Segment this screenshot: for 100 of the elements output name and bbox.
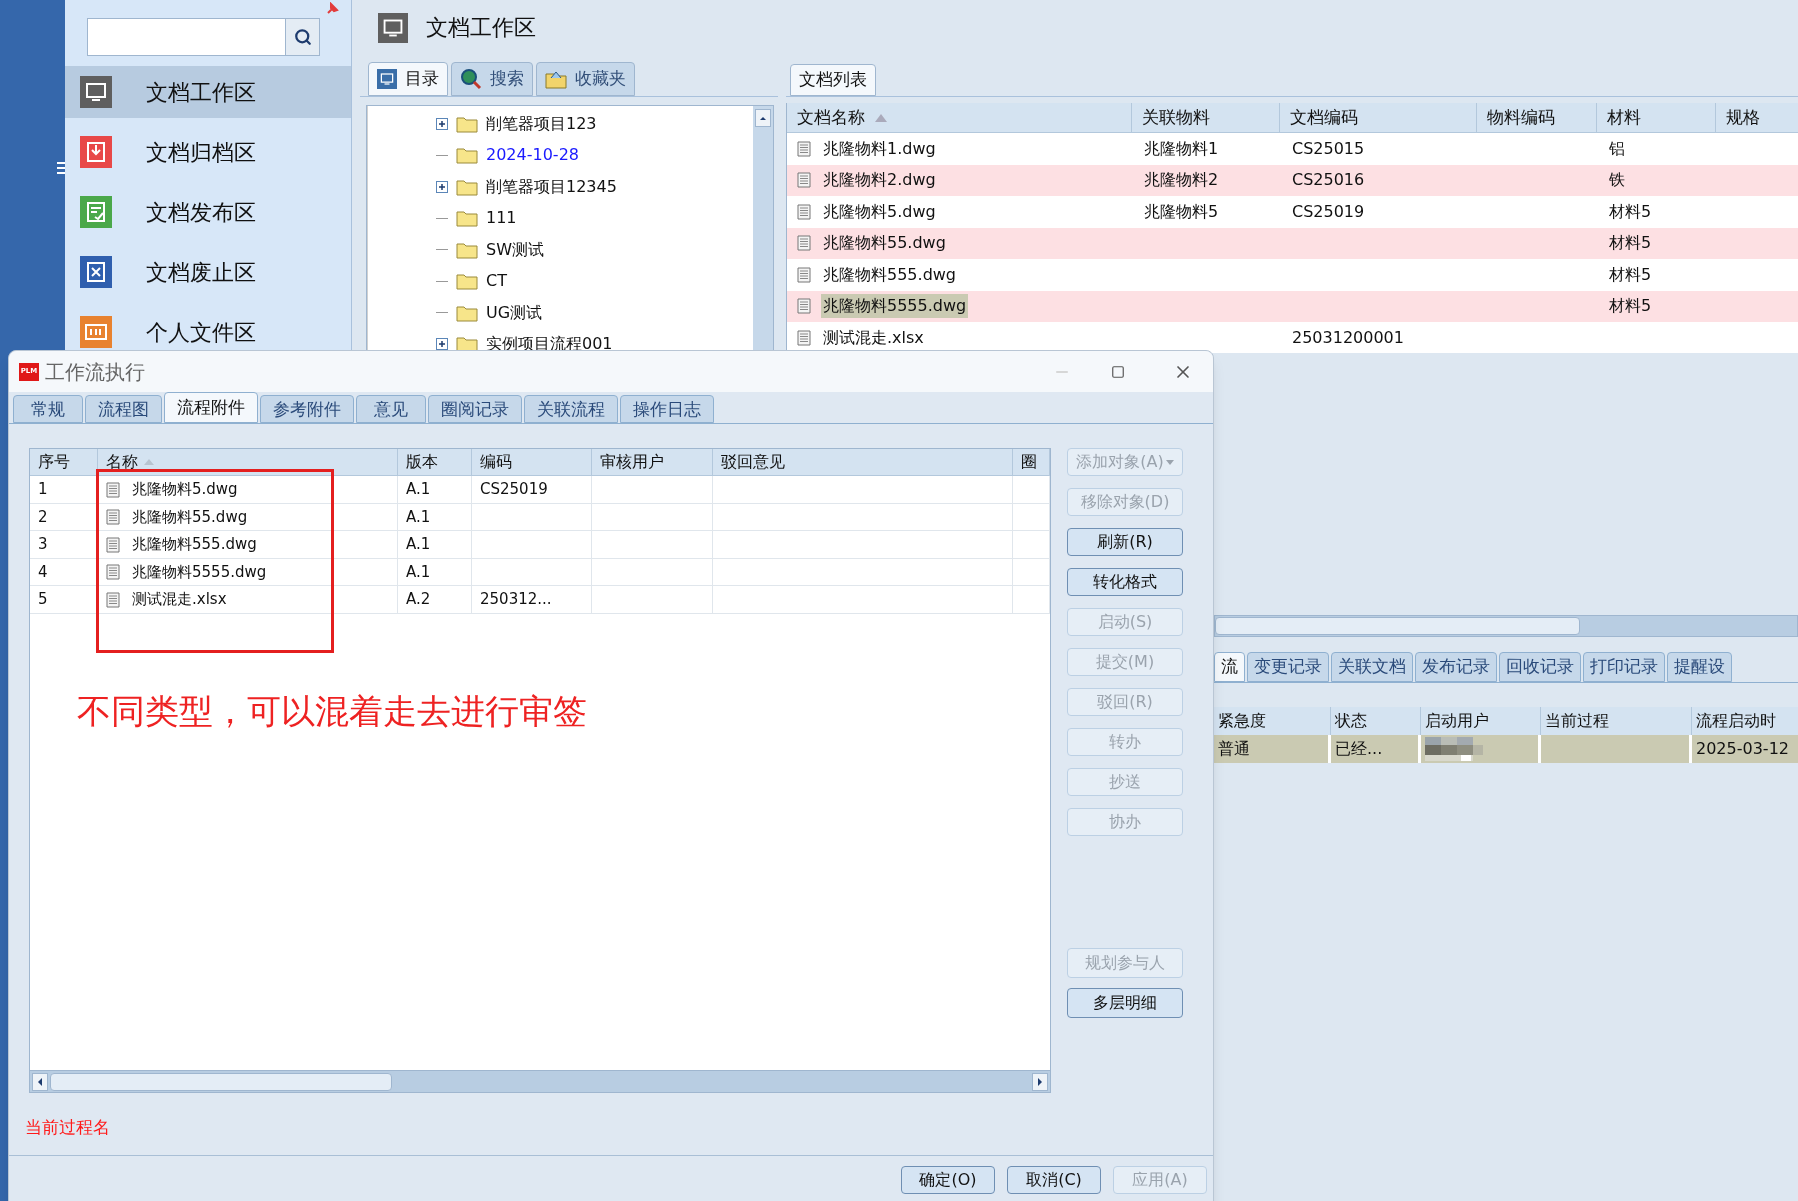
expand-icon[interactable] xyxy=(436,117,448,130)
tab[interactable]: 参考附件 xyxy=(260,395,354,424)
tab[interactable]: 变更记录 xyxy=(1247,652,1329,682)
tab[interactable]: 目录 xyxy=(368,62,448,96)
action-button[interactable]: 转化格式 xyxy=(1067,568,1183,597)
column-header[interactable]: 驳回意见 xyxy=(713,449,1013,476)
scrollbar-thumb[interactable] xyxy=(50,1072,392,1091)
tree-item[interactable]: 111 xyxy=(436,202,753,234)
action-button[interactable]: 刷新(R) xyxy=(1067,528,1183,557)
table-row[interactable]: 2 兆隆物料55.dwg A.1 xyxy=(30,503,1050,532)
table-cell-text: CS25016 xyxy=(1291,169,1366,192)
computer-icon xyxy=(377,69,397,89)
tab[interactable]: 圈阅记录 xyxy=(428,395,522,424)
tab[interactable]: 打印记录 xyxy=(1583,652,1665,682)
globe-search-icon xyxy=(460,68,482,90)
table-cell-text: 已经... xyxy=(1335,738,1383,760)
table-cell-text: 兆隆物料2 xyxy=(1143,169,1220,192)
column-header[interactable]: 规格 xyxy=(1716,103,1798,132)
tab[interactable]: 操作日志 xyxy=(620,395,714,424)
scroll-left-icon[interactable] xyxy=(32,1072,48,1091)
sidebar-item[interactable]: 文档工作区 xyxy=(65,66,351,118)
folder-icon xyxy=(456,209,478,228)
action-button[interactable]: 多层明细 xyxy=(1067,988,1183,1019)
tree-label: 削笔器项目12345 xyxy=(486,175,617,198)
sidebar-item[interactable]: 文档归档区 xyxy=(65,126,351,178)
tab[interactable]: 流程附件 xyxy=(164,392,258,424)
column-header[interactable]: 物料编码 xyxy=(1477,103,1597,132)
table-row[interactable]: 1 兆隆物料5.dwg A.1 CS25019 xyxy=(30,476,1050,504)
table-row[interactable]: 兆隆物料2.dwg 兆隆物料2 CS25016 铁 xyxy=(787,164,1798,196)
tab[interactable]: 意见 xyxy=(356,395,426,424)
menu-icon[interactable] xyxy=(57,160,65,176)
tab[interactable]: 文档列表 xyxy=(790,64,876,96)
scroll-up-icon[interactable] xyxy=(755,109,771,127)
table-row[interactable]: 兆隆物料5555.dwg 材料5 xyxy=(787,290,1798,322)
expand-icon[interactable] xyxy=(436,180,448,193)
table-cell-text: 兆隆物料55.dwg xyxy=(132,506,248,528)
tree-item[interactable]: UG测试 xyxy=(436,297,753,329)
table-cell-text: 2 xyxy=(38,506,48,528)
tab[interactable]: 关联文档 xyxy=(1331,652,1413,682)
tab[interactable]: 提醒设 xyxy=(1667,652,1732,682)
tab[interactable]: 回收记录 xyxy=(1499,652,1581,682)
tree-label: 削笔器项目123 xyxy=(486,112,597,135)
tree-item[interactable]: SW测试 xyxy=(436,234,753,266)
column-header[interactable]: 关联物料 xyxy=(1132,103,1280,132)
table-row[interactable]: 兆隆物料55.dwg 材料5 xyxy=(787,227,1798,259)
tab[interactable]: 流 xyxy=(1214,652,1245,682)
sidebar-item[interactable]: 文档废止区 xyxy=(65,246,351,298)
scroll-right-icon[interactable] xyxy=(1032,1072,1048,1091)
tree-item[interactable]: CT xyxy=(436,265,753,297)
search-field[interactable] xyxy=(87,18,320,56)
table-cell-text: 兆隆物料5.dwg xyxy=(822,200,937,223)
table-row[interactable]: 5 测试混走.xlsx A.2 250312... xyxy=(30,586,1050,614)
column-header[interactable]: 名称 xyxy=(98,449,398,476)
folder-icon xyxy=(456,240,478,259)
table-cell-text: 兆隆物料55.dwg xyxy=(822,232,947,255)
sidebar-item[interactable]: 个人文件区 xyxy=(65,306,351,358)
column-header[interactable]: 文档编码 xyxy=(1280,103,1477,132)
tree-label: SW测试 xyxy=(486,238,544,261)
sidebar-item[interactable]: 文档发布区 xyxy=(65,186,351,238)
footer-button[interactable]: 确定(O) xyxy=(901,1165,995,1194)
expand-icon[interactable] xyxy=(436,338,448,351)
column-header[interactable]: 编码 xyxy=(472,449,592,476)
tree-label: 111 xyxy=(486,207,517,230)
table-row[interactable]: 3 兆隆物料555.dwg A.1 xyxy=(30,531,1050,559)
tree-label: CT xyxy=(486,270,507,293)
document-icon xyxy=(106,591,120,608)
table-cell-text: 铁 xyxy=(1608,169,1626,192)
table-cell-text: 3 xyxy=(38,534,48,556)
tree-item[interactable]: 削笔器项目123 xyxy=(436,108,753,140)
tab[interactable]: 关联流程 xyxy=(524,395,618,424)
column-header[interactable]: 审核用户 xyxy=(592,449,713,476)
scrollbar-thumb[interactable] xyxy=(1215,617,1580,635)
column-header[interactable]: 文档名称 xyxy=(787,103,1132,132)
tab[interactable]: 搜索 xyxy=(451,62,533,96)
table-cell-text: 兆隆物料5555.dwg xyxy=(132,561,267,583)
maximize-icon[interactable] xyxy=(1111,364,1125,379)
column-header[interactable]: 序号 xyxy=(30,449,98,476)
column-header[interactable]: 圈 xyxy=(1013,449,1050,476)
table-row[interactable]: 4 兆隆物料5555.dwg A.1 xyxy=(30,558,1050,587)
table-cell-text: A.1 xyxy=(406,506,431,528)
tree-label: UG测试 xyxy=(486,301,543,324)
table-cell-text: 材料5 xyxy=(1608,232,1653,255)
tab[interactable]: 收藏夹 xyxy=(536,62,635,96)
search-icon[interactable] xyxy=(293,28,312,46)
footer-button[interactable]: 取消(C) xyxy=(1007,1165,1101,1194)
table-cell-text: 铝 xyxy=(1608,137,1626,160)
column-header[interactable]: 材料 xyxy=(1597,103,1716,132)
table-cell-text: CS25019 xyxy=(1291,200,1366,223)
tab[interactable]: 流程图 xyxy=(85,395,162,424)
tree-item[interactable]: 削笔器项目12345 xyxy=(436,171,753,203)
folder-star-icon xyxy=(545,69,567,89)
pin-icon[interactable] xyxy=(325,2,339,16)
column-header[interactable]: 版本 xyxy=(398,449,472,476)
table-row[interactable]: 普通 已经... 2025-03-12 xyxy=(1214,735,1798,763)
table-cell-text: 250312... xyxy=(480,589,552,611)
tab[interactable]: 发布记录 xyxy=(1415,652,1497,682)
tab[interactable]: 常规 xyxy=(13,395,83,424)
tree-item[interactable]: 2024-10-28 xyxy=(436,139,753,171)
annotation-text: 不同类型，可以混着走去进行审签 xyxy=(77,690,587,734)
folder-icon xyxy=(456,114,478,133)
